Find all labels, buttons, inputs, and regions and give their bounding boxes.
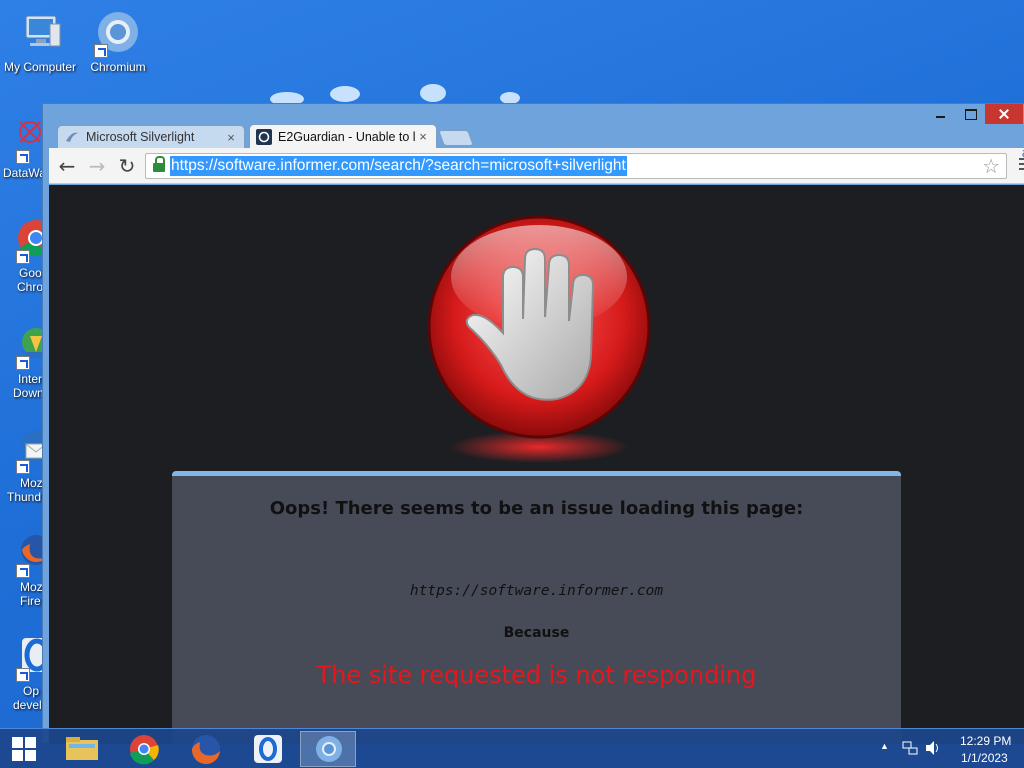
google-chrome-icon bbox=[130, 735, 159, 765]
lock-icon bbox=[153, 156, 165, 172]
maximize-button[interactable] bbox=[955, 104, 985, 124]
download-manager-icon bbox=[0, 322, 50, 370]
close-tab-button[interactable]: × bbox=[224, 130, 238, 145]
tab-microsoft-silverlight[interactable]: Microsoft Silverlight × bbox=[57, 125, 245, 148]
opera-icon bbox=[254, 735, 282, 763]
back-arrow-icon: ← bbox=[58, 154, 76, 178]
reload-button[interactable]: ↻ bbox=[115, 154, 139, 178]
url-text[interactable]: https://software.informer.com/search/?se… bbox=[170, 156, 627, 176]
start-button[interactable] bbox=[0, 729, 52, 768]
firefox-icon bbox=[191, 735, 220, 765]
taskbar: ▲ 12:29 PM 1/1/2023 bbox=[0, 728, 1024, 768]
opera-icon bbox=[0, 634, 52, 682]
tab-e2guardian[interactable]: E2Guardian - Unable to lo × bbox=[249, 124, 437, 148]
shortcut-arrow-icon bbox=[16, 460, 30, 474]
datawa-icon bbox=[0, 116, 48, 164]
error-heading: Oops! There seems to be an issue loading… bbox=[269, 498, 804, 519]
thunderbird-icon bbox=[0, 426, 51, 474]
stop-hand-icon bbox=[419, 215, 659, 465]
new-tab-button[interactable] bbox=[438, 130, 474, 146]
page-content: Oops! There seems to be an issue loading… bbox=[49, 185, 1024, 744]
taskbar-opera[interactable] bbox=[240, 731, 296, 767]
silverlight-icon bbox=[64, 129, 80, 145]
e2guardian-icon bbox=[256, 128, 272, 145]
computer-icon bbox=[16, 10, 64, 58]
shortcut-arrow-icon bbox=[16, 250, 30, 264]
error-reason: The site requested is not responding bbox=[316, 661, 757, 689]
tab-strip: Microsoft Silverlight × E2Guardian - Una… bbox=[57, 124, 474, 148]
firefox-icon bbox=[0, 530, 51, 578]
close-window-button[interactable] bbox=[985, 104, 1023, 124]
desktop-icon-label: Chromium bbox=[90, 60, 146, 74]
browser-toolbar: ← → ↻ https://software.informer.com/sear… bbox=[49, 146, 1024, 184]
chromium-icon bbox=[316, 736, 342, 762]
network-icon[interactable] bbox=[902, 740, 918, 759]
taskbar-google-chrome[interactable] bbox=[116, 731, 172, 767]
back-button[interactable]: ← bbox=[55, 154, 79, 178]
desktop-icon-chromium[interactable]: Chromium bbox=[80, 10, 156, 74]
chromium-icon bbox=[94, 10, 142, 58]
reload-icon: ↻ bbox=[118, 154, 136, 178]
google-chrome-icon bbox=[0, 216, 54, 264]
shortcut-arrow-icon bbox=[94, 44, 108, 58]
taskbar-firefox[interactable] bbox=[178, 731, 234, 767]
shortcut-arrow-icon bbox=[16, 356, 30, 370]
taskbar-file-explorer[interactable] bbox=[54, 731, 110, 767]
folder-icon bbox=[66, 737, 98, 760]
address-bar[interactable]: https://software.informer.com/search/?se… bbox=[145, 153, 1007, 179]
blocked-site-url: https://software.informer.com bbox=[409, 583, 664, 599]
browser-window: Microsoft Silverlight × E2Guardian - Una… bbox=[42, 103, 1024, 744]
desktop-icon-label: My Computer bbox=[3, 60, 77, 74]
tab-title: Microsoft Silverlight bbox=[86, 130, 195, 144]
close-tab-button[interactable]: × bbox=[416, 129, 430, 144]
minimize-button[interactable] bbox=[925, 104, 955, 124]
forward-button[interactable]: → bbox=[85, 154, 109, 178]
volume-icon[interactable] bbox=[924, 740, 942, 759]
desktop-icon-my-computer[interactable]: My Computer bbox=[2, 10, 78, 74]
window-controls bbox=[925, 104, 1023, 126]
show-hidden-icons-button[interactable]: ▲ bbox=[880, 741, 889, 751]
shortcut-arrow-icon bbox=[16, 668, 30, 682]
error-panel: Oops! There seems to be an issue loading… bbox=[172, 471, 901, 744]
bookmark-star-icon[interactable]: ☆ bbox=[982, 154, 1000, 178]
clock-date[interactable]: 1/1/2023 bbox=[961, 751, 1008, 765]
shortcut-arrow-icon bbox=[16, 150, 30, 164]
shortcut-arrow-icon bbox=[16, 564, 30, 578]
system-tray: ▲ 12:29 PM 1/1/2023 bbox=[864, 729, 1024, 768]
clock-time[interactable]: 12:29 PM bbox=[960, 734, 1011, 748]
taskbar-chromium[interactable] bbox=[300, 731, 356, 767]
because-label: Because bbox=[503, 625, 570, 641]
menu-button[interactable] bbox=[1019, 158, 1024, 172]
forward-arrow-icon: → bbox=[88, 154, 106, 178]
tab-title: E2Guardian - Unable to lo bbox=[278, 129, 416, 144]
